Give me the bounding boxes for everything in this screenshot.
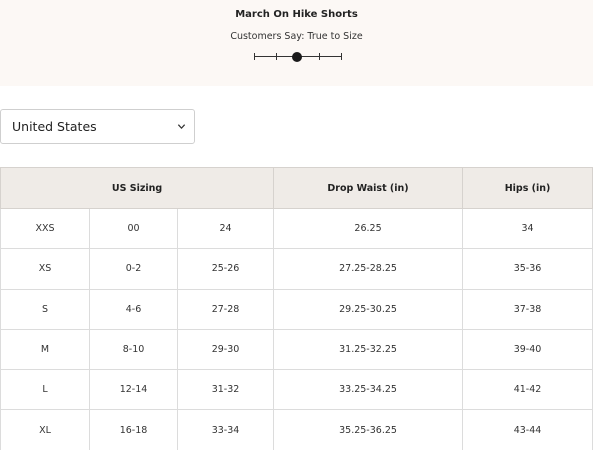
product-title: March On Hike Shorts — [235, 9, 358, 20]
numeric-size-cell: 8-10 — [89, 328, 178, 371]
header-us-sizing: US Sizing — [0, 167, 275, 209]
fit-scale-tick — [254, 53, 255, 60]
chevron-down-icon — [177, 124, 186, 130]
drop-waist-cell: 27.25-28.25 — [273, 248, 464, 290]
fit-scale-tick — [341, 53, 342, 60]
fit-scale-tick — [319, 53, 320, 60]
fit-summary-panel: March On Hike Shorts Customers Say: True… — [0, 0, 593, 86]
fit-scale-marker — [292, 52, 302, 62]
table-row: XL 16-18 33-34 35.25-36.25 43-44 — [0, 409, 594, 450]
hips-cell: 37-38 — [462, 288, 594, 330]
country-select[interactable]: United States — [0, 109, 195, 144]
numeric-size-cell: 16-18 — [89, 409, 178, 450]
waist-size-cell: 24 — [176, 207, 275, 250]
size-label-cell: XL — [0, 409, 90, 450]
waist-size-cell: 29-30 — [176, 328, 275, 371]
waist-size-cell: 27-28 — [176, 288, 275, 330]
drop-waist-cell: 33.25-34.25 — [273, 369, 464, 411]
drop-waist-cell: 26.25 — [273, 207, 464, 250]
size-chart-table: US Sizing Drop Waist (in) Hips (in) XXS … — [0, 167, 594, 450]
table-row: L 12-14 31-32 33.25-34.25 41-42 — [0, 369, 594, 411]
size-label-cell: L — [0, 369, 90, 411]
size-label-cell: XXS — [0, 207, 90, 250]
drop-waist-cell: 31.25-32.25 — [273, 328, 464, 371]
fit-scale — [254, 50, 342, 64]
numeric-size-cell: 12-14 — [89, 369, 178, 411]
fit-scale-tick — [276, 53, 277, 60]
waist-size-cell: 31-32 — [176, 369, 275, 411]
size-label-cell: XS — [0, 248, 90, 290]
numeric-size-cell: 0-2 — [89, 248, 178, 290]
table-row: M 8-10 29-30 31.25-32.25 39-40 — [0, 328, 594, 371]
hips-cell: 39-40 — [462, 328, 594, 371]
hips-cell: 43-44 — [462, 409, 594, 450]
waist-size-cell: 25-26 — [176, 248, 275, 290]
table-row: XXS 00 24 26.25 34 — [0, 207, 594, 250]
hips-cell: 41-42 — [462, 369, 594, 411]
size-label-cell: M — [0, 328, 90, 371]
table-row: S 4-6 27-28 29.25-30.25 37-38 — [0, 288, 594, 330]
header-drop-waist: Drop Waist (in) — [273, 167, 464, 209]
table-header-row: US Sizing Drop Waist (in) Hips (in) — [0, 167, 594, 209]
customers-say-label: Customers Say: True to Size — [230, 31, 363, 42]
country-select-value: United States — [12, 119, 97, 134]
header-hips: Hips (in) — [462, 167, 594, 209]
numeric-size-cell: 4-6 — [89, 288, 178, 330]
hips-cell: 34 — [462, 207, 594, 250]
waist-size-cell: 33-34 — [176, 409, 275, 450]
hips-cell: 35-36 — [462, 248, 594, 290]
drop-waist-cell: 35.25-36.25 — [273, 409, 464, 450]
size-label-cell: S — [0, 288, 90, 330]
drop-waist-cell: 29.25-30.25 — [273, 288, 464, 330]
numeric-size-cell: 00 — [89, 207, 178, 250]
table-row: XS 0-2 25-26 27.25-28.25 35-36 — [0, 248, 594, 290]
